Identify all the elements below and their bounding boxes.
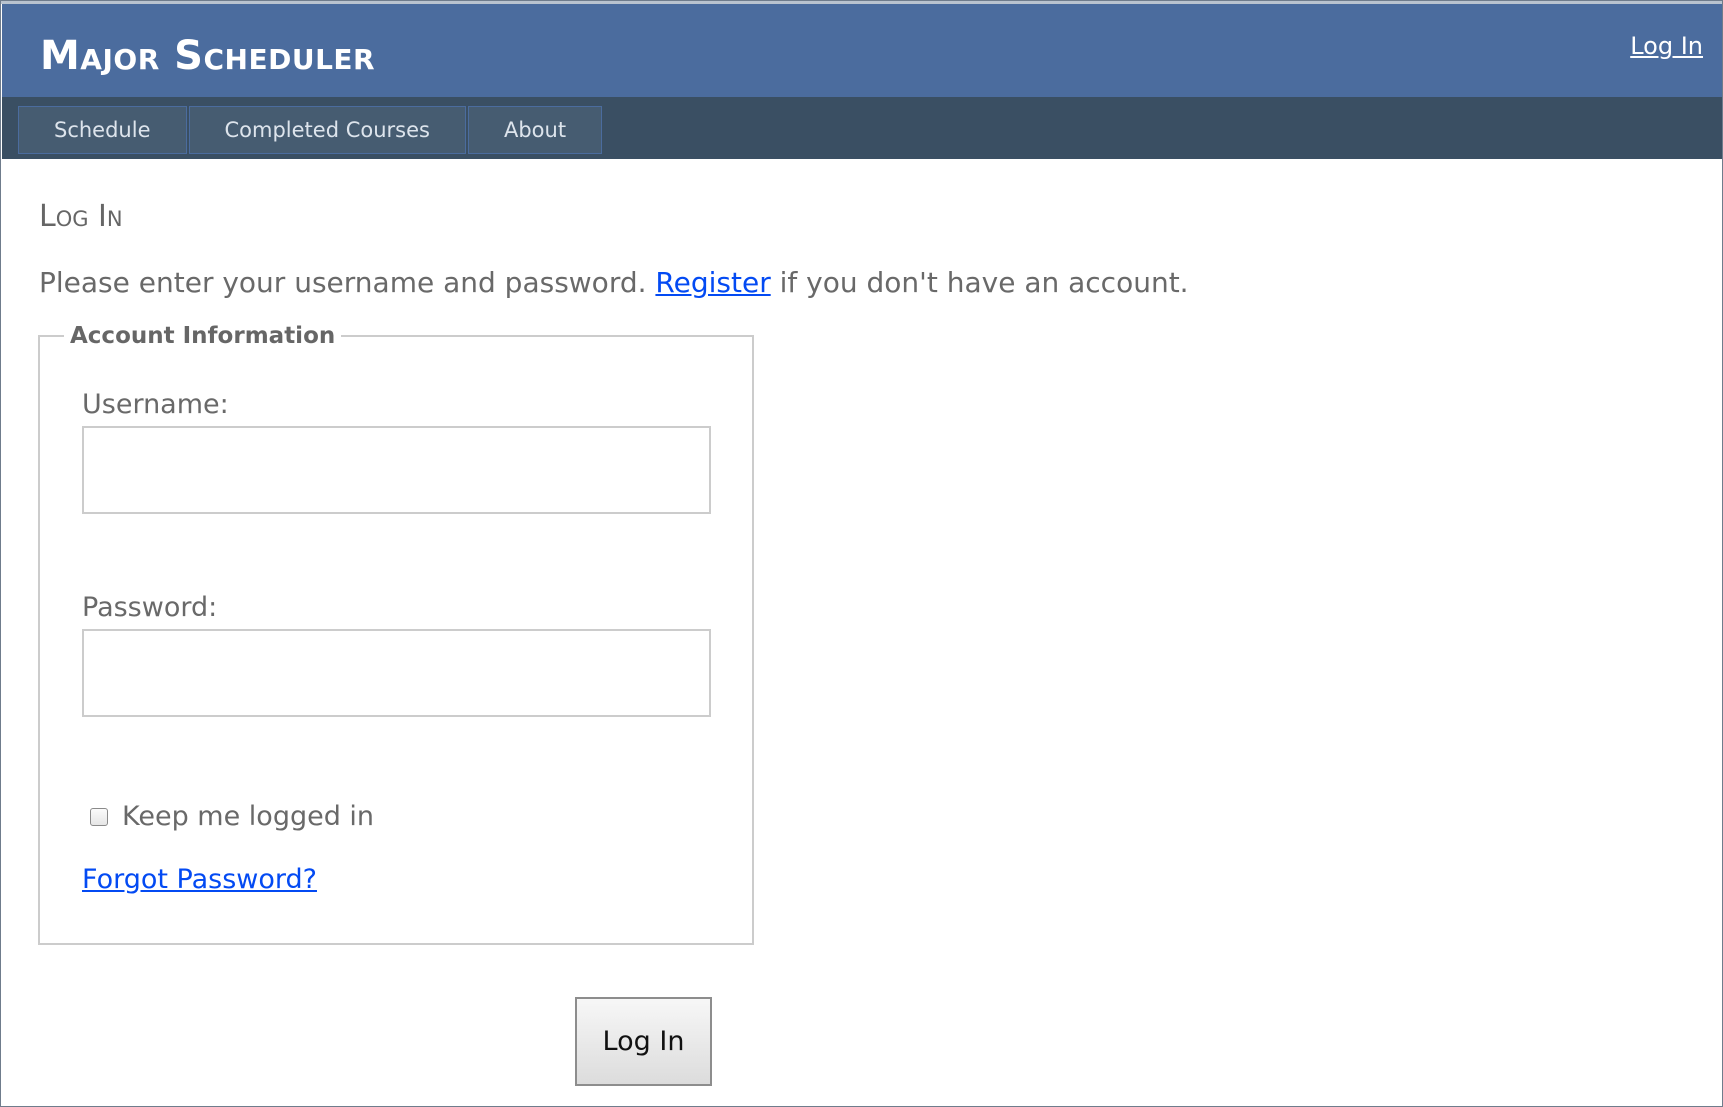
- fieldset-legend: Account Information: [64, 321, 342, 351]
- intro-after: if you don't have an account.: [779, 266, 1189, 299]
- header-login-link[interactable]: Log In: [1630, 30, 1703, 62]
- browser-page: Major Scheduler Log In Schedule Complete…: [0, 0, 1723, 1107]
- forgot-password-link[interactable]: Forgot Password?: [82, 862, 317, 898]
- remember-me-row: Keep me logged in: [90, 799, 374, 835]
- app-title: Major Scheduler: [40, 33, 376, 79]
- nav-item-about[interactable]: About: [467, 106, 603, 154]
- remember-me-label[interactable]: Keep me logged in: [122, 799, 374, 835]
- password-input[interactable]: [82, 629, 711, 717]
- intro-text: Please enter your username and password.…: [39, 263, 1189, 303]
- remember-me-checkbox[interactable]: [90, 808, 108, 826]
- account-information-fieldset: Account Information Username: Password: …: [38, 321, 754, 945]
- intro-before: Please enter your username and password.: [39, 266, 647, 299]
- login-button[interactable]: Log In: [575, 997, 712, 1086]
- site-header: Major Scheduler Log In: [2, 4, 1722, 97]
- username-label: Username:: [82, 389, 229, 420]
- password-label: Password:: [82, 592, 218, 623]
- username-input[interactable]: [82, 426, 711, 514]
- page-title: Log In: [39, 199, 123, 234]
- nav-menu-bar: Schedule Completed Courses About: [2, 97, 1722, 159]
- nav-menu: Schedule Completed Courses About: [18, 106, 604, 154]
- nav-item-schedule[interactable]: Schedule: [18, 106, 187, 154]
- nav-item-completed-courses[interactable]: Completed Courses: [188, 106, 466, 154]
- register-link[interactable]: Register: [655, 266, 770, 299]
